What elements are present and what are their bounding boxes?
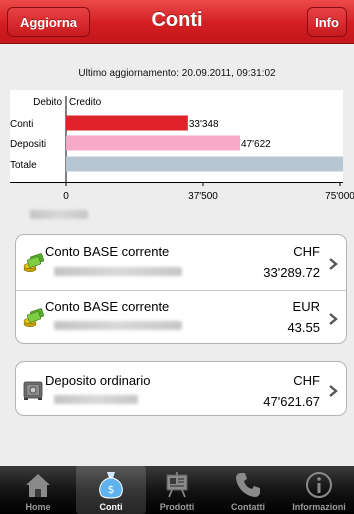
tab-home[interactable]: Home: [3, 466, 73, 514]
account-row-2[interactable]: Conto BASE corrente EUR 43.55: [16, 291, 346, 343]
deposit-number-redacted: [54, 395, 138, 404]
home-icon: [26, 474, 50, 497]
chart-x-ticks: 037'50075'000112'500: [63, 182, 354, 202]
chart-category-label: Totale: [10, 160, 37, 171]
money-coins-icon: [23, 308, 44, 327]
chart-category-label: Conti: [10, 119, 33, 130]
client-name-redacted: [30, 210, 88, 219]
page-title: Conti: [151, 9, 203, 31]
money-bag-icon: $: [99, 472, 123, 499]
chevron-right-icon: [329, 313, 338, 325]
account-name: Conto BASE corrente: [45, 299, 170, 314]
chart-bar-totale: [66, 156, 343, 172]
deposit-currency: CHF: [293, 373, 320, 388]
phone-icon: [236, 473, 260, 497]
account-balance: 43.55: [287, 320, 320, 335]
account-iban-redacted: [54, 267, 182, 276]
money-coins-icon: [23, 253, 44, 272]
chart-credit-label: Credito: [69, 97, 102, 108]
safe-icon: [23, 381, 43, 400]
chart-bar-conti: [66, 115, 188, 131]
chevron-right-icon: [329, 258, 338, 270]
deposit-card: Deposito ordinario CHF 47'621.67: [15, 361, 347, 416]
tab-bar: Home $ Conti Prodotti Contatti Informazi…: [0, 466, 354, 514]
chart-value-label: 33'348: [189, 119, 219, 130]
info-icon: [306, 472, 332, 498]
nav-bar: Aggiorna Conti Info: [0, 0, 354, 44]
tab-label: Informazioni: [292, 502, 346, 512]
deposit-row[interactable]: Deposito ordinario CHF 47'621.67: [16, 362, 346, 415]
deposit-balance: 47'621.67: [263, 394, 320, 409]
last-update-text: Ultimo aggiornamento: 20.09.2011, 09:31:…: [78, 68, 276, 79]
tab-label: Prodotti: [159, 502, 195, 512]
chart-bar-depositi: [66, 135, 240, 151]
chevron-right-icon: [329, 385, 338, 397]
accounts-card: Conto BASE corrente CHF 33'289.72 Conto …: [15, 234, 347, 344]
tab-products[interactable]: Prodotti: [142, 466, 212, 514]
account-currency: EUR: [292, 299, 320, 314]
account-iban-redacted: [54, 321, 182, 330]
chart-x-tick-label: 0: [63, 191, 69, 202]
balance-chart: Debito Credito Conti 33'348 Depositi 47'622 To…: [10, 90, 343, 183]
tab-label: Contatti: [231, 502, 265, 512]
account-balance: 33'289.72: [263, 265, 320, 280]
chart-debit-label: Debito: [33, 97, 62, 108]
account-currency: CHF: [293, 244, 320, 259]
tab-label: Home: [25, 502, 51, 512]
tab-contacts[interactable]: Contatti: [213, 466, 283, 514]
info-button[interactable]: Info: [307, 7, 347, 37]
chart-x-tick-label: 37'500: [188, 191, 218, 202]
tab-accounts[interactable]: $ Conti: [76, 466, 146, 514]
balance-chart-svg: Debito Credito Conti 33'348 Depositi 47'622 To…: [10, 96, 343, 183]
account-name: Conto BASE corrente: [45, 244, 170, 259]
chart-value-label: 47'622: [241, 139, 271, 150]
tab-label: Conti: [99, 502, 123, 512]
deposit-name: Deposito ordinario: [45, 373, 151, 388]
tab-info[interactable]: Informazioni: [284, 466, 354, 514]
svg-text:$: $: [108, 483, 115, 496]
presentation-board-icon: [166, 472, 188, 498]
chart-x-tick-label: 75'000: [325, 191, 354, 202]
account-row-1[interactable]: Conto BASE corrente CHF 33'289.72: [16, 235, 346, 290]
chart-category-label: Depositi: [10, 139, 46, 150]
